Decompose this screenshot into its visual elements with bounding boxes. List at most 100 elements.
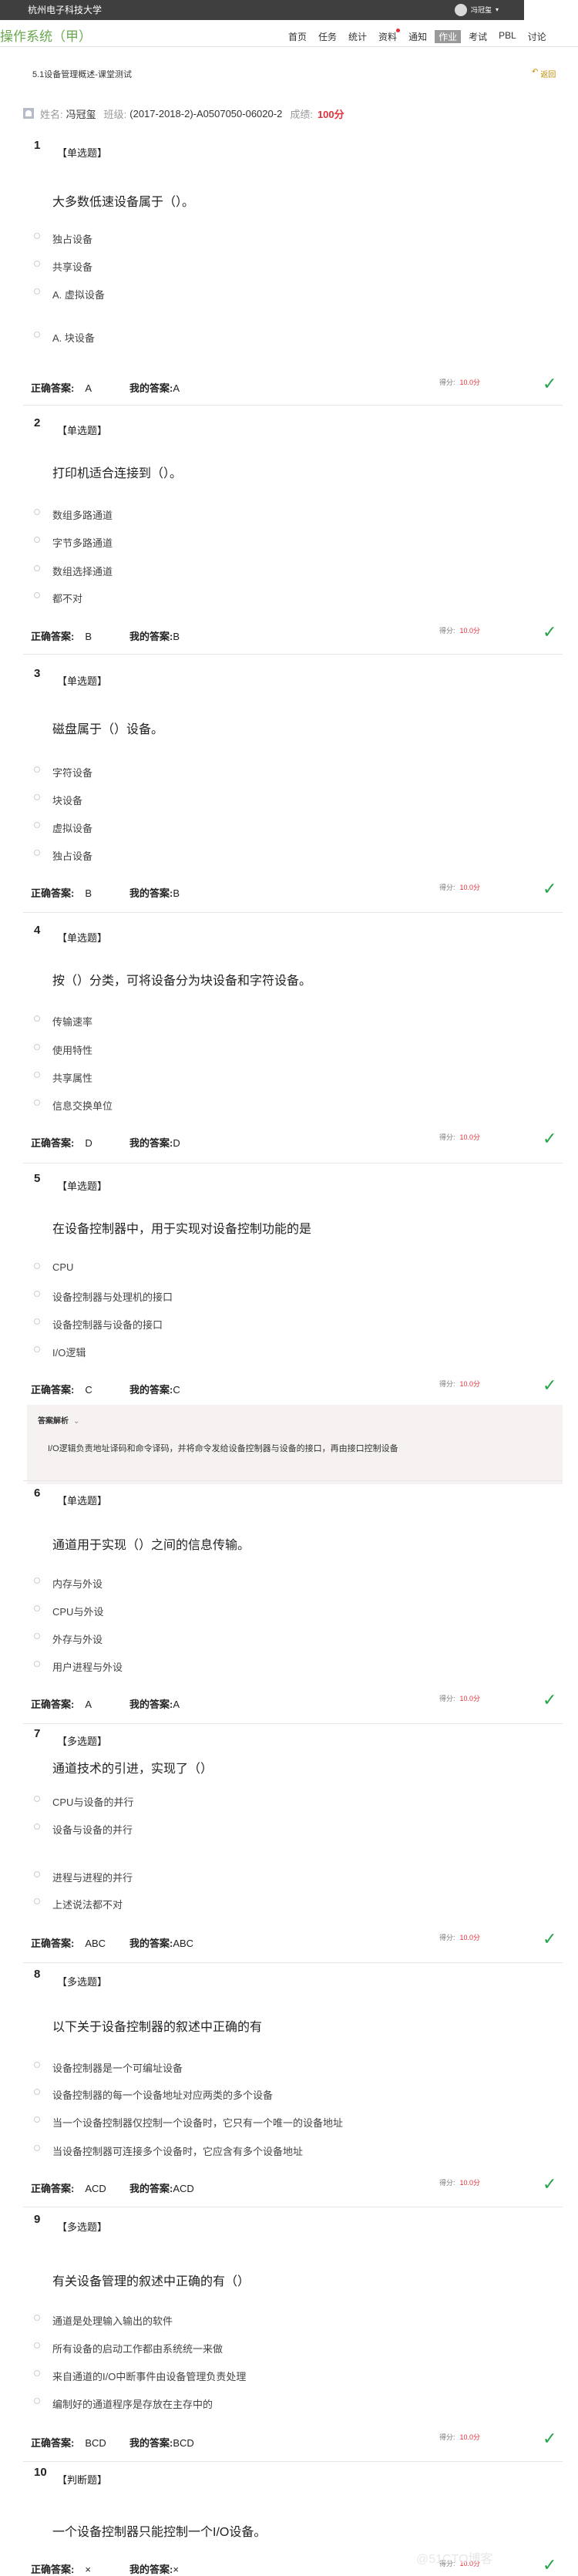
correct-answer: 正确答案: A	[31, 1696, 92, 1711]
nav-item[interactable]: 统计	[348, 30, 367, 43]
answer-option: 来自通道的I/O中断事件由设备管理负责处理	[33, 2369, 246, 2383]
correct-answer: 正确答案: C	[31, 1382, 92, 1396]
points-label: 得分:	[439, 379, 455, 386]
question-points: 得分: 10.0分	[439, 2177, 480, 2187]
correct-answer-label: 正确答案:	[31, 631, 75, 642]
correct-answer-value: B	[85, 887, 92, 899]
question-text: 有关设备管理的叙述中正确的有（）	[52, 2275, 250, 2288]
answer-option: 字节多路通道	[33, 535, 113, 550]
my-answer-value: B	[173, 887, 180, 899]
my-answer-value: ABC	[173, 1938, 194, 1949]
check-icon: ✓	[543, 2174, 557, 2194]
my-answer: 我的答案:ACD	[129, 2180, 194, 2195]
my-answer-value: D	[173, 1137, 180, 1149]
my-answer: 我的答案:×	[129, 2561, 179, 2576]
correct-answer-label: 正确答案:	[31, 887, 75, 899]
points-label: 得分:	[439, 884, 455, 891]
check-icon: ✓	[543, 1690, 557, 1709]
correct-answer-value: ABC	[85, 1938, 106, 1949]
answer-option: 用户进程与外设	[33, 1659, 123, 1674]
question-number: 7	[34, 1727, 41, 1740]
question-type: 【多选题】	[57, 1976, 108, 1988]
question-number: 10	[34, 2466, 47, 2479]
answer-option: 使用特性	[33, 1042, 92, 1057]
question-type: 【多选题】	[57, 1736, 108, 1747]
answer-analysis: 答案解析 ⌄ I/O逻辑负责地址译码和命令译码，并将命令发给设备控制器与设备的接口，…	[27, 1405, 563, 1484]
correct-answer: 正确答案: ×	[31, 2561, 91, 2576]
nav-item[interactable]: 作业	[435, 30, 462, 43]
my-answer: 我的答案:ABC	[129, 1935, 193, 1950]
question-divider	[23, 912, 563, 913]
answer-option: 当设备控制器可连接多个设备时，它应含有多个设备地址	[33, 2143, 303, 2158]
analysis-label: 答案解析	[38, 1417, 69, 1426]
correct-answer: 正确答案: D	[31, 1135, 92, 1150]
correct-answer-value: B	[85, 631, 92, 642]
question-number: 4	[34, 924, 41, 937]
answer-option: 都不对	[33, 591, 82, 605]
question-divider	[23, 405, 563, 406]
answer-option: 通道是处理输入输出的软件	[33, 2313, 173, 2328]
check-icon: ✓	[543, 879, 557, 898]
correct-answer-value: ×	[85, 2564, 91, 2575]
my-answer-value: A	[173, 1699, 180, 1710]
nav-item[interactable]: 通知	[408, 30, 427, 43]
nav-item[interactable]: 考试	[469, 30, 487, 43]
my-answer-value: BCD	[173, 2437, 194, 2449]
answer-option: 信息交换单位	[33, 1098, 113, 1113]
analysis-toggle[interactable]: 答案解析 ⌄	[38, 1414, 79, 1426]
nav-item[interactable]: 首页	[288, 30, 307, 43]
correct-answer-label: 正确答案:	[31, 382, 75, 394]
correct-answer-label: 正确答案:	[31, 2437, 75, 2449]
back-icon: ↶	[532, 68, 539, 76]
question-type: 【判断题】	[57, 2474, 108, 2486]
answer-option: 进程与进程的并行	[33, 1870, 133, 1884]
correct-answer-label: 正确答案:	[31, 1699, 75, 1710]
user-card-icon	[23, 108, 34, 119]
correct-answer-value: A	[85, 382, 92, 394]
check-icon: ✓	[543, 374, 557, 393]
my-answer: 我的答案:A	[129, 1696, 180, 1711]
user-name: 冯冠玺	[471, 6, 492, 14]
answer-option: A. 虚拟设备	[34, 287, 105, 301]
question-points: 得分: 10.0分	[439, 1132, 480, 1142]
my-answer: 我的答案:C	[129, 1382, 180, 1396]
my-answer-label: 我的答案:	[129, 1384, 173, 1396]
nav-item[interactable]: PBL	[499, 30, 516, 43]
question-points: 得分: 10.0分	[439, 2432, 480, 2442]
back-label: 返回	[540, 71, 556, 79]
nav-item[interactable]: 任务	[318, 30, 337, 43]
answer-option: 设备控制器与设备的接口	[33, 1317, 163, 1332]
points-value: 10.0分	[459, 1380, 481, 1388]
correct-answer-label: 正确答案:	[31, 2183, 75, 2194]
check-icon: ✓	[543, 1129, 557, 1148]
nav-item[interactable]: 讨论	[528, 30, 546, 43]
question-divider	[23, 654, 563, 655]
points-value: 10.0分	[459, 884, 481, 891]
my-answer: 我的答案:B	[129, 628, 180, 643]
question-text: 按（）分类，可将设备分为块设备和字符设备。	[52, 975, 312, 988]
points-value: 10.0分	[459, 627, 481, 635]
points-label: 得分:	[439, 1695, 455, 1702]
my-answer: 我的答案:A	[129, 380, 180, 395]
user-menu[interactable]: 冯冠玺 ▾	[455, 0, 499, 20]
answer-option: 设备控制器是一个可编址设备	[33, 2060, 183, 2075]
nav-item[interactable]: 资料	[378, 29, 401, 43]
correct-answer: 正确答案: BCD	[31, 2435, 106, 2450]
correct-answer-value: C	[85, 1384, 92, 1396]
question-type: 【单选题】	[57, 675, 108, 687]
course-nav: 首页 任务 统计 资料 通知 作业 考试 PBL 讨论	[288, 29, 558, 43]
question-points: 得分: 10.0分	[439, 1932, 480, 1942]
answer-option: 数组选择通道	[33, 564, 113, 578]
answer-option: 编制好的通道程序是存放在主存中的	[33, 2396, 213, 2411]
question-number: 1	[34, 139, 41, 152]
back-button[interactable]: ↶ 返回	[532, 68, 556, 79]
correct-answer-label: 正确答案:	[31, 1938, 75, 1949]
question-points: 得分: 10.0分	[439, 625, 480, 635]
school-name: 杭州电子科技大学	[28, 5, 102, 15]
avatar	[455, 4, 467, 16]
my-answer-label: 我的答案:	[129, 1137, 173, 1149]
question-number: 6	[34, 1487, 41, 1500]
answer-option: 外存与外设	[33, 1631, 102, 1646]
my-answer: 我的答案:D	[129, 1135, 180, 1150]
points-value: 10.0分	[459, 2179, 481, 2187]
